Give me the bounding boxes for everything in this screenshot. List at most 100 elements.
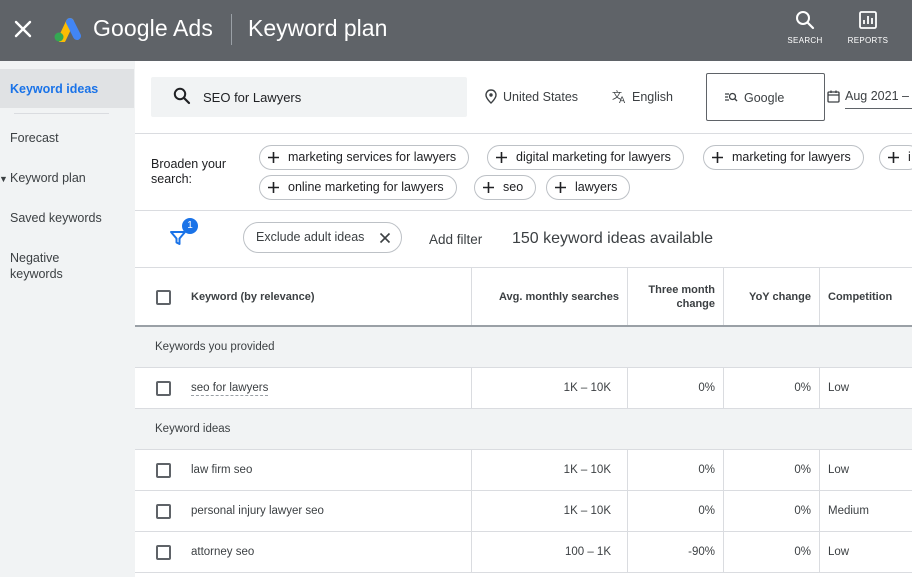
top-app-bar: Google Ads Keyword plan SEARCH REPORTS: [0, 0, 912, 61]
column-divider: [471, 450, 472, 490]
date-range-selector[interactable]: Aug 2021 –: [827, 89, 912, 109]
row-three-month: 0%: [698, 505, 715, 517]
search-button[interactable]: SEARCH: [777, 10, 833, 52]
sidebar-nav: Keyword ideas Forecast ▼ Keyword plan Sa…: [0, 61, 135, 577]
column-divider: [627, 268, 628, 325]
table-row: law firm seo 1K – 10K 0% 0% Low: [135, 450, 912, 491]
header-three-month-line2: change: [676, 298, 715, 310]
sidebar-item-keyword-plan[interactable]: Keyword plan: [0, 170, 134, 186]
row-avg-searches: 1K – 10K: [563, 505, 611, 517]
plus-icon: [712, 152, 723, 163]
search-button-label: SEARCH: [787, 36, 823, 45]
keyword-search-input[interactable]: SEO for Lawyers: [151, 77, 467, 117]
sidebar-item-negative-keywords[interactable]: Negative keywords: [0, 250, 80, 282]
broaden-label: Broaden your search:: [151, 157, 227, 186]
broaden-chip-label: marketing services for lawyers: [288, 150, 457, 164]
row-yoy: 0%: [794, 505, 811, 517]
row-avg-searches: 100 – 1K: [564, 546, 611, 558]
section-keyword-ideas: Keyword ideas: [135, 409, 912, 450]
row-keyword: personal injury lawyer seo: [191, 505, 324, 517]
header-three-month-change[interactable]: Three month change: [648, 283, 715, 311]
section-keywords-provided: Keywords you provided: [135, 327, 912, 368]
filter-row: 1 Exclude adult ideas Add filter 150 key…: [135, 211, 912, 268]
language-selector[interactable]: 文 A English: [612, 89, 673, 104]
network-label: Google: [744, 91, 785, 105]
broaden-chip-label: lawyers: [575, 180, 618, 194]
location-selector[interactable]: United States: [485, 89, 579, 104]
network-selector[interactable]: Google: [706, 73, 825, 121]
sidebar-item-forecast[interactable]: Forecast: [0, 130, 134, 146]
broaden-chip[interactable]: digital marketing for lawyers: [487, 145, 684, 170]
search-icon: [173, 87, 191, 105]
broaden-chip[interactable]: marketing services for lawyers: [259, 145, 470, 170]
keyword-ideas-count: 150 keyword ideas available: [512, 230, 714, 247]
reports-button[interactable]: REPORTS: [840, 10, 896, 52]
column-divider: [471, 532, 472, 572]
brand-name: Google Ads: [93, 15, 213, 41]
column-divider: [819, 532, 820, 572]
column-divider: [627, 368, 628, 408]
column-divider: [819, 368, 820, 408]
reports-button-label: REPORTS: [847, 36, 889, 45]
row-avg-searches: 1K – 10K: [563, 382, 611, 394]
search-settings-row: SEO for Lawyers United States 文 A Englis…: [135, 61, 912, 134]
table-header: Keyword (by relevance) Avg. monthly sear…: [135, 268, 912, 327]
header-yoy-change[interactable]: YoY change: [749, 291, 811, 303]
calendar-icon: [827, 90, 840, 103]
column-divider: [723, 268, 724, 325]
column-divider: [471, 368, 472, 408]
plus-icon: [268, 182, 279, 193]
row-keyword: attorney seo: [191, 546, 255, 558]
broaden-chip[interactable]: lawyers: [546, 175, 631, 200]
column-divider: [819, 268, 820, 325]
column-divider: [627, 532, 628, 572]
broaden-chip-label: i: [908, 150, 911, 164]
filter-count-badge: 1: [182, 218, 198, 234]
header-avg-monthly-searches[interactable]: Avg. monthly searches: [499, 291, 619, 303]
section-label: Keywords you provided: [155, 341, 275, 353]
broaden-chip[interactable]: seo: [474, 175, 537, 200]
column-divider: [471, 491, 472, 531]
broaden-chip-label: online marketing for lawyers: [288, 180, 444, 194]
row-checkbox[interactable]: [156, 504, 171, 519]
sidebar-item-saved-keywords[interactable]: Saved keywords: [0, 210, 134, 226]
column-divider: [723, 450, 724, 490]
broaden-chip[interactable]: online marketing for lawyers: [259, 175, 457, 200]
row-checkbox[interactable]: [156, 545, 171, 560]
column-divider: [723, 491, 724, 531]
close-icon[interactable]: [12, 18, 34, 40]
header-competition[interactable]: Competition: [828, 291, 892, 303]
add-filter-button[interactable]: Add filter: [429, 232, 482, 247]
select-all-checkbox[interactable]: [156, 290, 171, 305]
translate-icon: 文 A: [612, 89, 626, 104]
row-keyword: law firm seo: [191, 464, 253, 476]
column-divider: [627, 450, 628, 490]
table-row: attorney seo 100 – 1K -90% 0% Low: [135, 532, 912, 573]
search-query: SEO for Lawyers: [203, 90, 302, 105]
header-keyword[interactable]: Keyword (by relevance): [191, 291, 315, 303]
location-label: United States: [503, 90, 579, 104]
column-divider: [819, 491, 820, 531]
row-three-month: 0%: [698, 464, 715, 476]
broaden-chip-label: marketing for lawyers: [732, 150, 851, 164]
column-divider: [723, 368, 724, 408]
table-row: seo for lawyers 1K – 10K 0% 0% Low: [135, 368, 912, 409]
broaden-chip[interactable]: marketing for lawyers: [703, 145, 864, 170]
plus-icon: [268, 152, 279, 163]
row-three-month: 0%: [698, 382, 715, 394]
column-divider: [723, 532, 724, 572]
sidebar-divider: [14, 113, 109, 114]
sidebar-item-keyword-ideas[interactable]: Keyword ideas: [0, 69, 134, 108]
broaden-chip-label: seo: [503, 180, 524, 194]
row-checkbox[interactable]: [156, 463, 171, 478]
main-content: SEO for Lawyers United States 文 A Englis…: [135, 61, 912, 577]
column-divider: [471, 268, 472, 325]
broaden-chip[interactable]: i: [879, 145, 912, 170]
exclude-adult-ideas-chip[interactable]: Exclude adult ideas: [243, 222, 402, 253]
section-label: Keyword ideas: [155, 423, 231, 435]
row-checkbox[interactable]: [156, 381, 171, 396]
column-divider: [627, 491, 628, 531]
row-yoy: 0%: [794, 546, 811, 558]
page-title: Keyword plan: [248, 15, 388, 41]
close-icon[interactable]: [379, 232, 391, 244]
